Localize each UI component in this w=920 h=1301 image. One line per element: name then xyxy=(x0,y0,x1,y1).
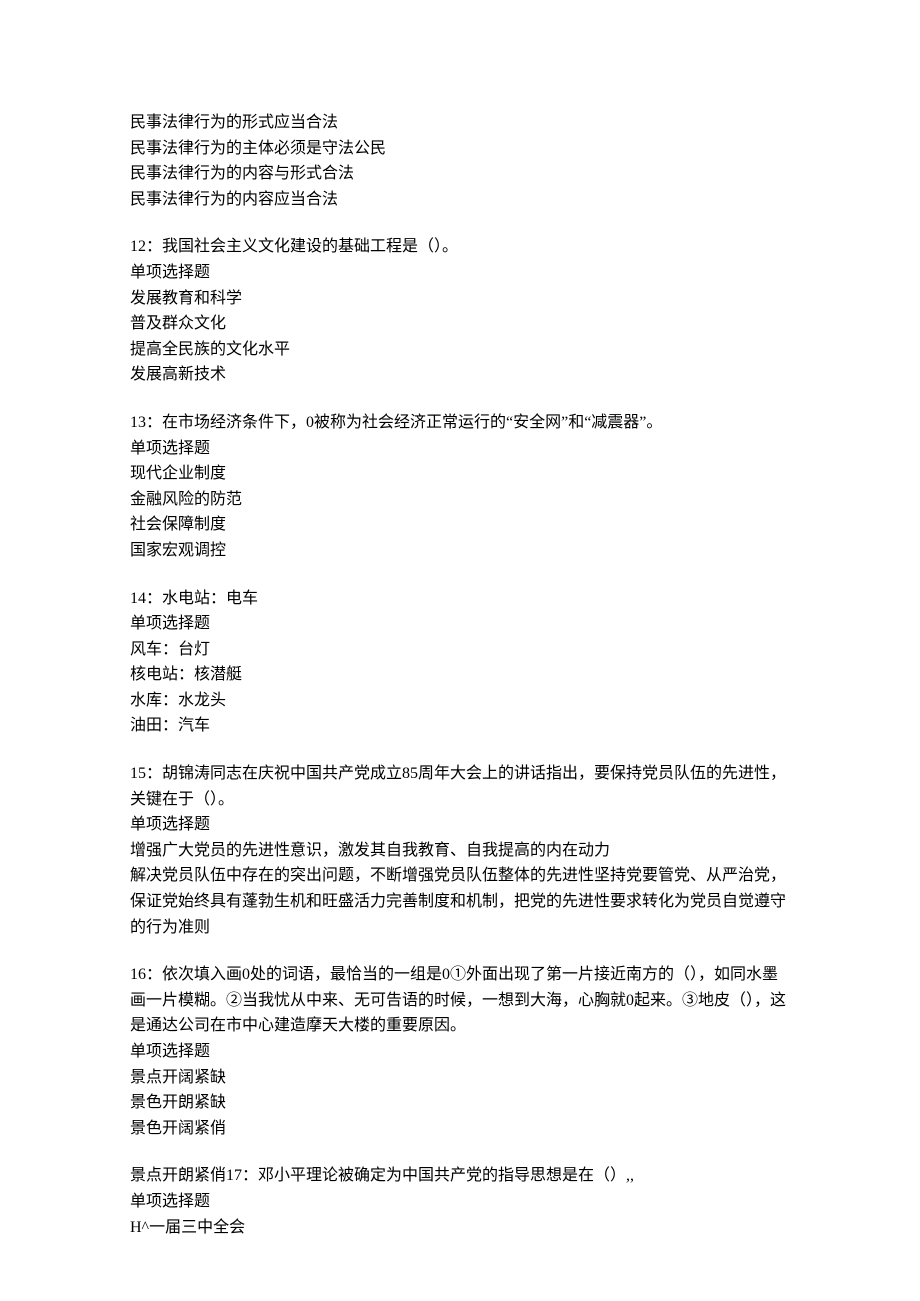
text-line: 油田：汽车 xyxy=(130,713,790,739)
text-line: 13：在市场经济条件下，0被称为社会经济正常运行的“安全网”和“减震器”。 xyxy=(130,410,790,436)
text-line: 解决党员队伍中存在的突出问题，不断增强党员队伍整体的先进性坚持党要管党、从严治党… xyxy=(130,863,790,940)
text-block: 民事法律行为的形式应当合法民事法律行为的主体必须是守法公民民事法律行为的内容与形… xyxy=(130,110,790,212)
text-line: 普及群众文化 xyxy=(130,311,790,337)
text-line: 金融风险的防范 xyxy=(130,487,790,513)
text-line: 核电站：核潜艇 xyxy=(130,662,790,688)
text-line: 风车：台灯 xyxy=(130,637,790,663)
text-line: 发展教育和科学 xyxy=(130,286,790,312)
text-line: 发展高新技术 xyxy=(130,362,790,388)
text-block: 景点开朗紧俏17：邓小平理论被确定为中国共产党的指导思想是在（）,,单项选择题H… xyxy=(130,1163,790,1240)
text-line: 提高全民族的文化水平 xyxy=(130,337,790,363)
text-block: 14：水电站：电车单项选择题风车：台灯核电站：核潜艇水库：水龙头油田：汽车 xyxy=(130,586,790,740)
text-line: 景色开阔紧俏 xyxy=(130,1116,790,1142)
text-line: 单项选择题 xyxy=(130,1039,790,1065)
text-line: 国家宏观调控 xyxy=(130,538,790,564)
text-line: 单项选择题 xyxy=(130,812,790,838)
text-line: 景点开阔紧缺 xyxy=(130,1065,790,1091)
text-block: 16：依次填入画0处的词语，最恰当的一组是0①外面出现了第一片接近南方的（），如… xyxy=(130,962,790,1141)
text-line: 单项选择题 xyxy=(130,611,790,637)
document-page: 民事法律行为的形式应当合法民事法律行为的主体必须是守法公民民事法律行为的内容与形… xyxy=(0,0,920,1301)
text-line: 景色开朗紧缺 xyxy=(130,1090,790,1116)
text-line: 民事法律行为的内容与形式合法 xyxy=(130,161,790,187)
text-line: 增强广大党员的先进性意识，激发其自我教育、自我提高的内在动力 xyxy=(130,838,790,864)
text-line: 景点开朗紧俏17：邓小平理论被确定为中国共产党的指导思想是在（）,, xyxy=(130,1163,790,1189)
text-line: 12：我国社会主义文化建设的基础工程是（）。 xyxy=(130,234,790,260)
text-block: 13：在市场经济条件下，0被称为社会经济正常运行的“安全网”和“减震器”。单项选… xyxy=(130,410,790,564)
text-line: H^一届三中全会 xyxy=(130,1215,790,1241)
text-line: 现代企业制度 xyxy=(130,461,790,487)
text-line: 民事法律行为的内容应当合法 xyxy=(130,187,790,213)
text-block: 15：胡锦涛同志在庆祝中国共产党成立85周年大会上的讲话指出，要保持党员队伍的先… xyxy=(130,761,790,940)
text-line: 民事法律行为的形式应当合法 xyxy=(130,110,790,136)
text-line: 单项选择题 xyxy=(130,1189,790,1215)
text-line: 民事法律行为的主体必须是守法公民 xyxy=(130,136,790,162)
document-content: 民事法律行为的形式应当合法民事法律行为的主体必须是守法公民民事法律行为的内容与形… xyxy=(130,110,790,1240)
text-line: 单项选择题 xyxy=(130,436,790,462)
text-line: 16：依次填入画0处的词语，最恰当的一组是0①外面出现了第一片接近南方的（），如… xyxy=(130,962,790,1039)
text-line: 水库：水龙头 xyxy=(130,688,790,714)
text-line: 15：胡锦涛同志在庆祝中国共产党成立85周年大会上的讲话指出，要保持党员队伍的先… xyxy=(130,761,790,812)
text-line: 单项选择题 xyxy=(130,260,790,286)
text-block: 12：我国社会主义文化建设的基础工程是（）。单项选择题发展教育和科学普及群众文化… xyxy=(130,234,790,388)
text-line: 社会保障制度 xyxy=(130,512,790,538)
text-line: 14：水电站：电车 xyxy=(130,586,790,612)
